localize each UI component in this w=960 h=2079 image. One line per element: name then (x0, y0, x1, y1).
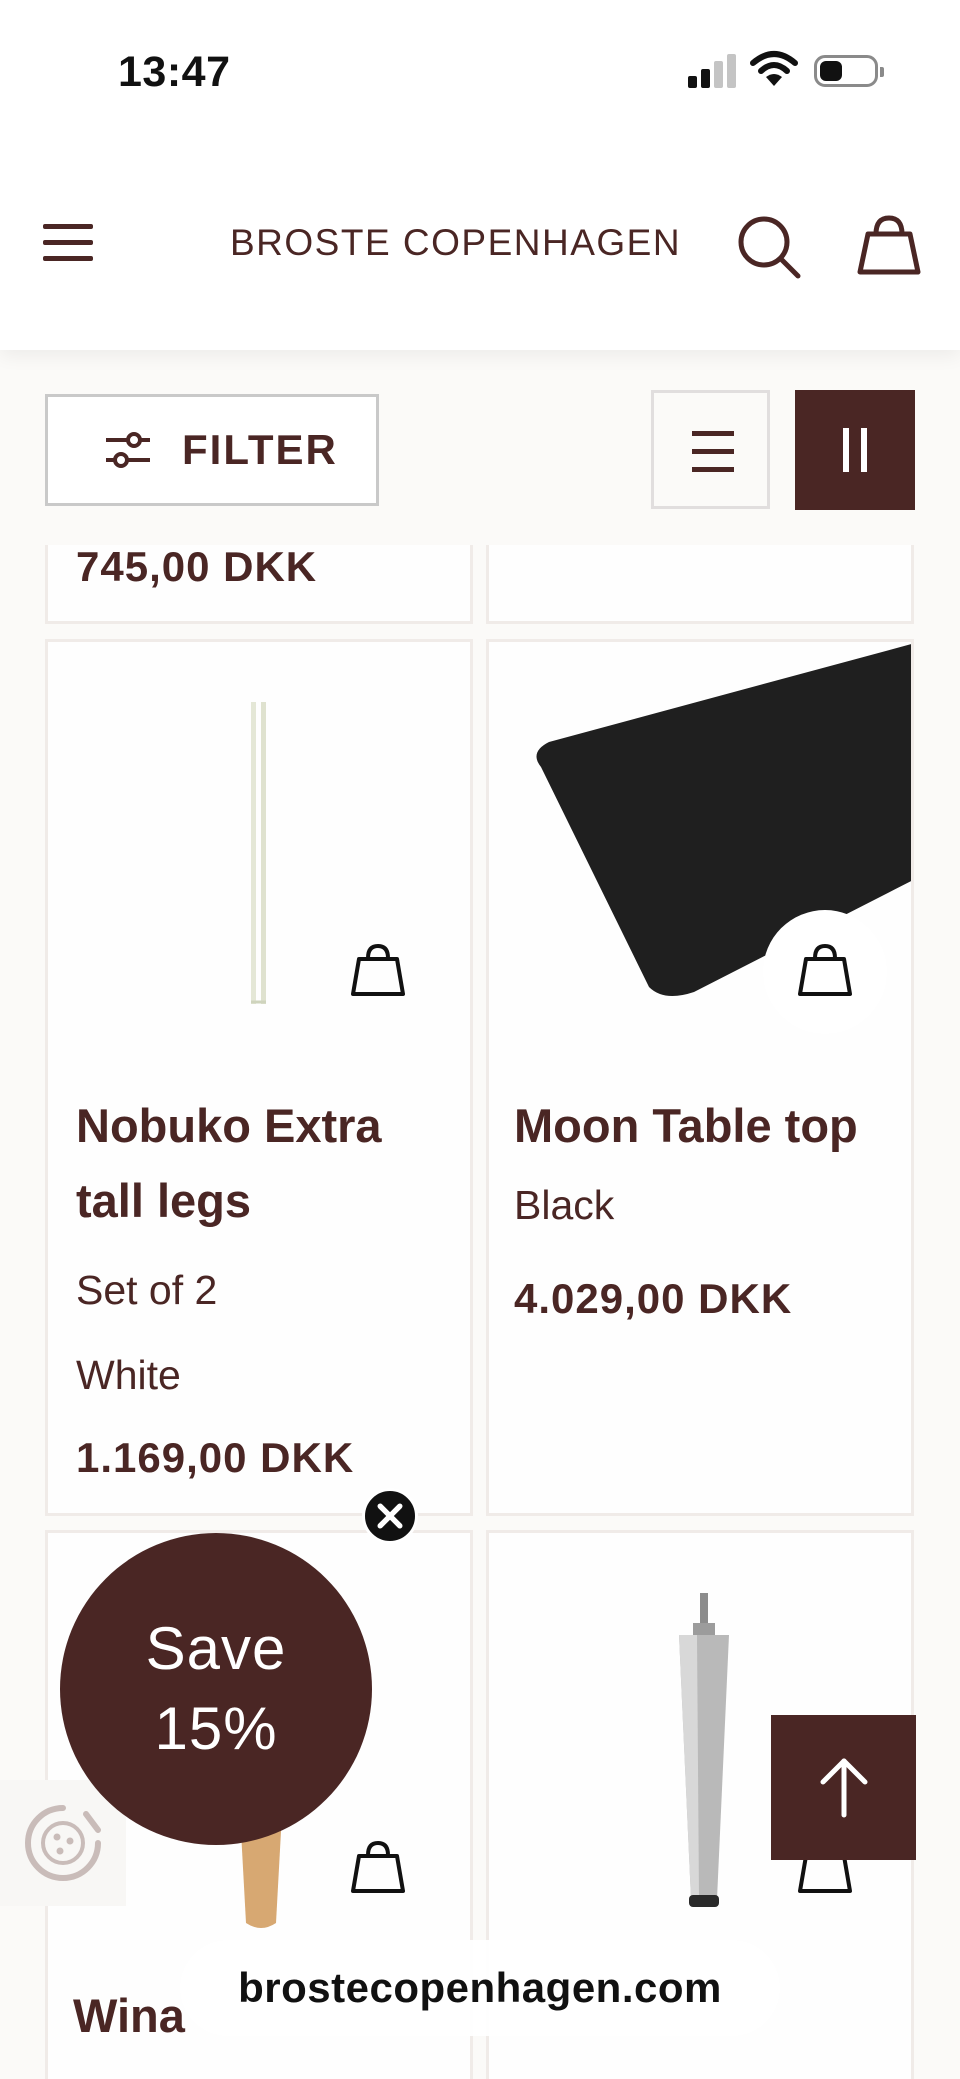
product-card[interactable]: Moon Table top Black 4.029,00 DKK (486, 639, 914, 1516)
back-to-top-button[interactable] (771, 1715, 916, 1860)
search-icon[interactable] (736, 214, 802, 280)
add-to-cart-icon[interactable] (350, 1839, 406, 1895)
brand-logo[interactable]: BROSTE COPENHAGEN (230, 222, 681, 264)
add-to-cart-icon[interactable] (797, 942, 853, 998)
filter-label: FILTER (182, 426, 338, 473)
product-price: 745,00 DKK (76, 543, 318, 590)
product-color: Black (514, 1182, 615, 1228)
product-price: 1.169,00 DKK (76, 1434, 355, 1481)
url-text: brostecopenhagen.com (238, 1964, 722, 2011)
menu-icon[interactable] (40, 220, 96, 266)
save-promo-button[interactable]: Save 15% (60, 1533, 372, 1845)
shopping-bag-icon[interactable] (856, 214, 922, 276)
product-image (251, 702, 266, 1004)
product-image (679, 1593, 729, 1907)
close-icon[interactable] (362, 1488, 418, 1544)
grid-view-icon[interactable] (795, 390, 915, 510)
battery-icon (814, 55, 884, 87)
add-to-cart-icon[interactable] (350, 942, 406, 998)
arrow-up-icon (820, 1758, 868, 1818)
product-card[interactable]: Nobuko Extra tall legs Set of 2 White 1.… (45, 639, 473, 1516)
wifi-icon (750, 51, 798, 86)
promo-line-2: 15% (154, 1695, 278, 1762)
product-color: White (76, 1352, 181, 1398)
product-title: Moon Table top (514, 1099, 858, 1152)
status-time: 13:47 (118, 48, 231, 96)
product-variant: Set of 2 (76, 1267, 218, 1313)
product-title-partial: Wina (73, 1989, 185, 2042)
cookie-icon (25, 1805, 101, 1881)
filter-button[interactable]: FILTER (45, 394, 379, 506)
filter-sliders-icon (106, 432, 150, 468)
header: 13:47 BROSTE COPENHAGEN (0, 0, 960, 350)
promo-line-1: Save (145, 1615, 287, 1682)
list-view-icon[interactable] (651, 390, 770, 509)
signal-icon (688, 54, 736, 88)
product-title: Nobuko Extra tall legs (76, 1099, 382, 1227)
product-price: 4.029,00 DKK (514, 1275, 793, 1322)
browser-address-bar[interactable]: brostecopenhagen.com (180, 1940, 780, 2036)
